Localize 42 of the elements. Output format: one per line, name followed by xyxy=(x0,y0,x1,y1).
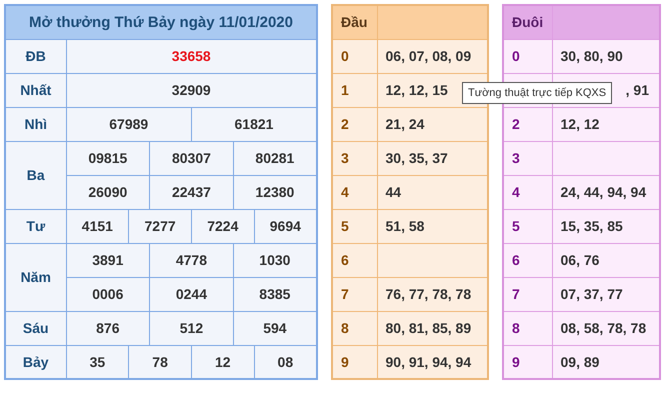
number-cell: 80307 xyxy=(150,141,234,175)
digit-cell: 3 xyxy=(503,141,552,175)
number-cell: 3891 xyxy=(66,243,150,277)
column-header: Đuôi xyxy=(503,5,552,39)
digit-cell: 2 xyxy=(503,107,552,141)
prize-label: Sáu xyxy=(5,311,66,345)
digit-cell: 5 xyxy=(332,209,377,243)
prize-label: Năm xyxy=(5,243,66,311)
digit-cell: 6 xyxy=(503,243,552,277)
digit-cell: 5 xyxy=(503,209,552,243)
digit-cell: 8 xyxy=(503,311,552,345)
digit-cell: 7 xyxy=(332,277,377,311)
digit-cell: 6 xyxy=(332,243,377,277)
number-cell: 876 xyxy=(66,311,150,345)
number-cell: 09815 xyxy=(66,141,150,175)
column-header: Đầu xyxy=(332,5,377,39)
digit-cell: 0 xyxy=(332,39,377,73)
digit-cell: 4 xyxy=(332,175,377,209)
prize-label: ĐB xyxy=(5,39,66,73)
digit-cell: 8 xyxy=(332,311,377,345)
digit-cell: 4 xyxy=(503,175,552,209)
digit-cell: 0 xyxy=(503,39,552,73)
digit-cell: 2 xyxy=(332,107,377,141)
number-cell: 22437 xyxy=(150,175,234,209)
number-cell: 0244 xyxy=(150,277,234,311)
number-cell: 512 xyxy=(150,311,234,345)
prize-label: Nhất xyxy=(5,73,66,107)
digit-cell: 7 xyxy=(503,277,552,311)
number-cell: 7277 xyxy=(128,209,192,243)
number-cell: 4151 xyxy=(66,209,129,243)
number-cell: 4778 xyxy=(150,243,234,277)
digit-cell: 1 xyxy=(332,73,377,107)
number-cell: 7224 xyxy=(191,209,254,243)
number-cell: 26090 xyxy=(66,175,150,209)
prize-label: Tư xyxy=(5,209,66,243)
table-title: Mở thưởng Thứ Bảy ngày 11/01/2020 xyxy=(5,5,317,39)
prize-label: Ba xyxy=(5,141,66,209)
digit-cell: 3 xyxy=(332,141,377,175)
tooltip: Tường thuật trực tiếp KQXS xyxy=(462,82,612,104)
number-cell: 67989 xyxy=(66,107,192,141)
prize-label: Nhì xyxy=(5,107,66,141)
number-cell: 0006 xyxy=(66,277,150,311)
